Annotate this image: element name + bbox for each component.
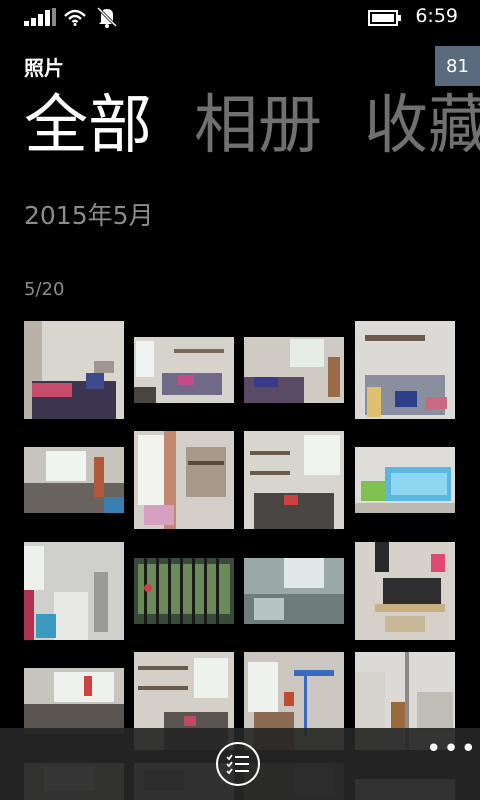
signal-icon (24, 8, 56, 26)
photo-thumbnail[interactable] (244, 337, 344, 403)
pivot-item-favorites[interactable]: 收藏 (364, 82, 480, 170)
photo-thumbnail[interactable] (355, 542, 455, 640)
month-header[interactable]: 2015年5月 (24, 196, 154, 232)
photo-thumbnail[interactable] (134, 431, 234, 529)
select-list-icon (226, 754, 249, 775)
status-bar: 6:59 (0, 0, 480, 34)
app-bar: ••• (0, 728, 480, 800)
pivot-item-albums[interactable]: 相册 (194, 82, 322, 170)
pivot-header: 全部 相册 收藏 (24, 82, 480, 170)
photo-thumbnail[interactable] (24, 447, 124, 513)
photo-thumbnail[interactable] (244, 558, 344, 624)
photo-thumbnail[interactable] (134, 337, 234, 403)
battery-icon (368, 10, 401, 26)
more-ellipsis-icon[interactable]: ••• (426, 734, 478, 764)
photo-thumbnail[interactable] (244, 431, 344, 529)
wifi-icon (64, 9, 86, 26)
select-button[interactable] (216, 742, 260, 786)
photo-thumbnail[interactable] (24, 321, 124, 419)
notification-badge[interactable]: 81 (435, 46, 480, 86)
photo-thumbnail[interactable] (134, 558, 234, 624)
bell-off-icon (96, 6, 118, 28)
date-label: 5/20 (24, 279, 65, 300)
photo-thumbnail[interactable] (24, 542, 124, 640)
photo-thumbnail[interactable] (355, 321, 455, 419)
pivot-item-all[interactable]: 全部 (24, 82, 152, 170)
photo-thumbnail[interactable] (24, 668, 124, 734)
photo-thumbnail[interactable] (355, 447, 455, 513)
app-title: 照片 (24, 56, 64, 80)
clock-time: 6:59 (415, 5, 458, 27)
